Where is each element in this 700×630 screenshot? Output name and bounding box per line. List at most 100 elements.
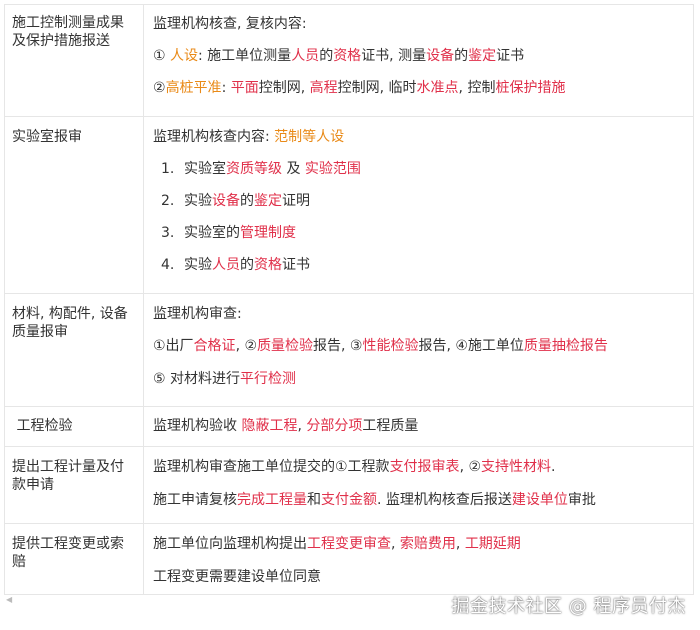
content-line: 施工单位向监理机构提出工程变更审查, 索赔费用, 工期延期 — [153, 535, 685, 553]
text-segment: 施工单位向监理机构提出 — [153, 536, 307, 552]
watermark: 掘金技术社区 @ 程序员付杰 — [451, 596, 686, 617]
text-segment: 控制网, 临时 — [337, 80, 417, 96]
row-label: 实验室报审 — [4, 116, 144, 294]
highlight-text: 资质等级 — [226, 161, 282, 177]
content-line: ① 人设: 施工单位测量人员的资格证书, 测量设备的鉴定证书 — [153, 47, 685, 65]
row-content: 监理机构核查, 复核内容: ① 人设: 施工单位测量人员的资格证书, 测量设备的… — [143, 4, 694, 117]
text-segment: 报告, ④施工单位 — [418, 338, 524, 354]
content-line: 施工申请复核完成工程量和支付金额. 监理机构核查后报送建设单位审批 — [153, 491, 685, 509]
highlight-text: 鉴定 — [468, 48, 497, 64]
content-line: 工程变更需要建设单位同意 — [153, 568, 685, 586]
highlight-text: 分部分项 — [306, 418, 363, 434]
text-segment: 实验 — [184, 193, 212, 209]
text-segment: 审批 — [567, 492, 596, 508]
highlight-text: 鉴定 — [254, 193, 282, 209]
text-segment: 实验室的 — [184, 225, 240, 241]
highlight-text: 工程变更审查 — [307, 536, 391, 552]
review-table: 施工控制测量成果及保护措施报送 监理机构核查, 复核内容: ① 人设: 施工单位… — [4, 4, 694, 595]
text-segment: , ② — [235, 338, 258, 354]
text-segment: , 控制 — [458, 80, 496, 96]
document: 施工控制测量成果及保护措施报送 监理机构核查, 复核内容: ① 人设: 施工单位… — [0, 0, 700, 630]
content-line: 监理机构审查施工单位提交的①工程款支付报审表, ②支持性材料. — [153, 458, 685, 476]
highlight-text: 范制等人设 — [274, 129, 345, 145]
text-segment: 报告, ③ — [313, 338, 363, 354]
text-segment: , ② — [459, 459, 482, 475]
text-segment: ⑤ 对材料进行 — [153, 371, 241, 387]
text-segment: 证明 — [282, 193, 310, 209]
text-segment: 工程变更需要建设单位同意 — [153, 569, 321, 585]
highlight-text: 水准点 — [416, 80, 459, 96]
content-line: 监理机构核查内容: 范制等人设 — [153, 128, 685, 146]
row-label: 提供工程变更或索赔 — [4, 523, 144, 595]
text-segment: , — [455, 536, 465, 552]
content-line: 3. 实验室的管理制度 — [153, 224, 685, 242]
text-segment: 的 — [240, 257, 254, 273]
row-label: 提出工程计量及付款申请 — [4, 446, 144, 524]
highlight-text: 管理制度 — [240, 225, 296, 241]
highlight-text: 高桩平准 — [165, 80, 222, 96]
list-number: 1. — [161, 161, 175, 177]
highlight-text: 支付金额 — [321, 492, 377, 508]
text-segment: 证书 — [282, 257, 310, 273]
highlight-text: 实验范围 — [304, 161, 361, 177]
highlight-text: 支持性材料 — [481, 459, 552, 475]
text-segment: 实验 — [184, 257, 212, 273]
text-segment: 监理机构核查内容: — [153, 129, 275, 145]
highlight-text: 高程 — [309, 80, 338, 96]
row-label: 材料, 构配件, 设备质量报审 — [4, 293, 144, 407]
content-line: 4. 实验人员的资格证书 — [153, 256, 685, 274]
highlight-text: 平行检测 — [240, 371, 297, 387]
highlight-text: 工期延期 — [464, 536, 521, 552]
text-segment: , — [391, 536, 400, 552]
content-line: 监理机构核查, 复核内容: — [153, 15, 685, 33]
content-line: ⑤ 对材料进行平行检测 — [153, 370, 685, 388]
text-segment: 监理机构审查: — [153, 306, 242, 322]
text-segment: 监理机构审查施工单位提交的①工程款 — [153, 459, 390, 475]
table-row: 实验室报审 监理机构核查内容: 范制等人设 1. 实验室资质等级 及 实验范围 2… — [4, 116, 694, 294]
highlight-text: 索赔费用 — [399, 536, 456, 552]
highlight-text: 设备 — [426, 48, 455, 64]
text-segment: 控制网, — [258, 80, 310, 96]
row-content: 施工单位向监理机构提出工程变更审查, 索赔费用, 工期延期 工程变更需要建设单位… — [143, 523, 694, 595]
text-segment: 监理机构核查, 复核内容: — [153, 16, 307, 32]
highlight-text: 人员 — [291, 48, 320, 64]
table-row: 工程检验 监理机构验收 隐蔽工程, 分部分项工程质量 — [4, 406, 694, 447]
row-label: 施工控制测量成果及保护措施报送 — [4, 4, 144, 117]
text-segment: 证书, 测量 — [361, 48, 427, 64]
highlight-text: 人员 — [212, 257, 240, 273]
row-content: 监理机构审查: ①出厂合格证, ②质量检验报告, ③性能检验报告, ④施工单位质… — [143, 293, 694, 407]
highlight-text: 资格 — [333, 48, 362, 64]
text-segment: 实验室 — [184, 161, 226, 177]
highlight-text: 平面 — [230, 80, 259, 96]
text-segment: 的 — [319, 48, 334, 64]
highlight-text: 人设 — [170, 48, 199, 64]
highlight-text: 桩保护措施 — [495, 80, 566, 96]
row-label: 工程检验 — [4, 406, 144, 447]
content-line: 1. 实验室资质等级 及 实验范围 — [153, 160, 685, 178]
content-line: 2. 实验设备的鉴定证明 — [153, 192, 685, 210]
content-line: ②高桩平准: 平面控制网, 高程控制网, 临时水准点, 控制桩保护措施 — [153, 79, 685, 97]
highlight-text: 设备 — [212, 193, 240, 209]
content-line: 监理机构审查: — [153, 305, 685, 323]
scroll-left-arrow-icon[interactable]: ◀ — [6, 595, 12, 604]
text-segment: 施工申请复核 — [153, 492, 237, 508]
text-segment: 及 — [282, 161, 305, 177]
text-segment: ② — [153, 80, 166, 96]
list-number: 2. — [161, 193, 175, 209]
highlight-text: 建设单位 — [511, 492, 568, 508]
text-segment: 和 — [307, 492, 321, 508]
content-line: 监理机构验收 隐蔽工程, 分部分项工程质量 — [153, 417, 685, 435]
text-segment: . 监理机构核查后报送 — [377, 492, 512, 508]
text-segment: 的 — [240, 193, 254, 209]
highlight-text: 质量检验 — [257, 338, 314, 354]
text-segment: : 施工单位测量 — [198, 48, 292, 64]
highlight-text: 完成工程量 — [237, 492, 307, 508]
table-row: 提供工程变更或索赔 施工单位向监理机构提出工程变更审查, 索赔费用, 工期延期 … — [4, 523, 694, 595]
table-row: 材料, 构配件, 设备质量报审 监理机构审查: ①出厂合格证, ②质量检验报告,… — [4, 293, 694, 407]
text-segment: : — [221, 80, 231, 96]
list-number: 4. — [161, 257, 175, 273]
highlight-text: 隐蔽工程 — [241, 418, 298, 434]
list-number: 3. — [161, 225, 175, 241]
text-segment: . — [551, 459, 556, 475]
highlight-text: 资格 — [254, 257, 282, 273]
